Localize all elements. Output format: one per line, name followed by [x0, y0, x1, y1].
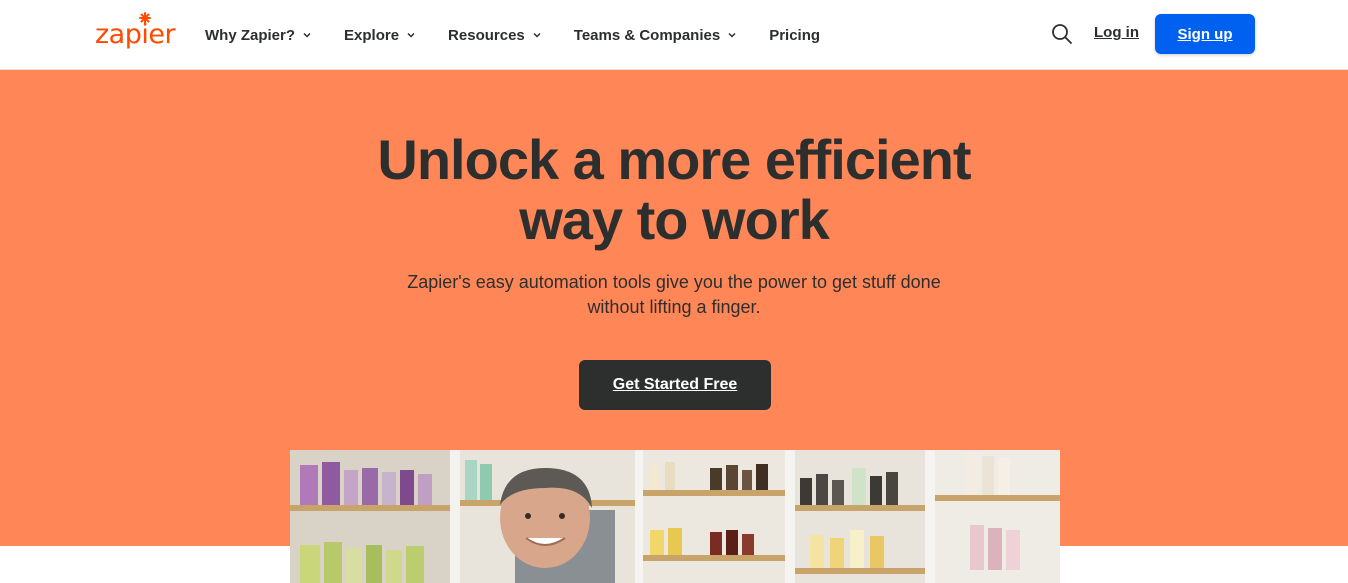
shop-shelves-image: [290, 450, 1060, 583]
top-navigation-bar: zapier Why Zapier? Explore Resources Tea…: [0, 0, 1348, 70]
nav-label: Pricing: [769, 26, 821, 44]
zapier-logo[interactable]: zapier: [95, 12, 176, 52]
hero-subtitle-line: without lifting a finger.: [587, 297, 761, 317]
chevron-down-icon: [303, 32, 311, 38]
nav-label: Teams & Companies: [573, 26, 721, 44]
nav-explore[interactable]: Explore: [344, 27, 416, 44]
chevron-down-icon: [728, 32, 736, 38]
hero-title: Unlock a more efficient way to work: [0, 130, 1348, 250]
login-link[interactable]: Log in: [1094, 24, 1139, 41]
hero-video-thumbnail[interactable]: [290, 450, 1060, 583]
nav-teams-companies[interactable]: Teams & Companies: [574, 27, 737, 44]
chevron-down-icon: [533, 32, 541, 38]
main-nav: Why Zapier? Explore Resources Teams & Co…: [205, 0, 820, 70]
nav-label: Explore: [344, 26, 400, 44]
nav-resources[interactable]: Resources: [448, 27, 542, 44]
nav-label: Why Zapier?: [205, 26, 296, 44]
signup-button[interactable]: Sign up: [1155, 14, 1255, 54]
nav-why-zapier[interactable]: Why Zapier?: [205, 27, 312, 44]
search-icon[interactable]: [1050, 22, 1074, 46]
logo-wordmark: zapier: [95, 19, 176, 50]
nav-label: Resources: [448, 26, 525, 44]
logo-asterisk-icon: [139, 12, 151, 24]
hero-title-line: Unlock a more efficient: [377, 128, 971, 191]
hero-subtitle-line: Zapier's easy automation tools give you …: [407, 272, 941, 292]
hero-subtitle: Zapier's easy automation tools give you …: [374, 270, 974, 320]
get-started-button[interactable]: Get Started Free: [579, 360, 771, 410]
chevron-down-icon: [407, 32, 415, 38]
hero-title-line: way to work: [519, 188, 830, 251]
nav-pricing[interactable]: Pricing: [769, 27, 820, 44]
